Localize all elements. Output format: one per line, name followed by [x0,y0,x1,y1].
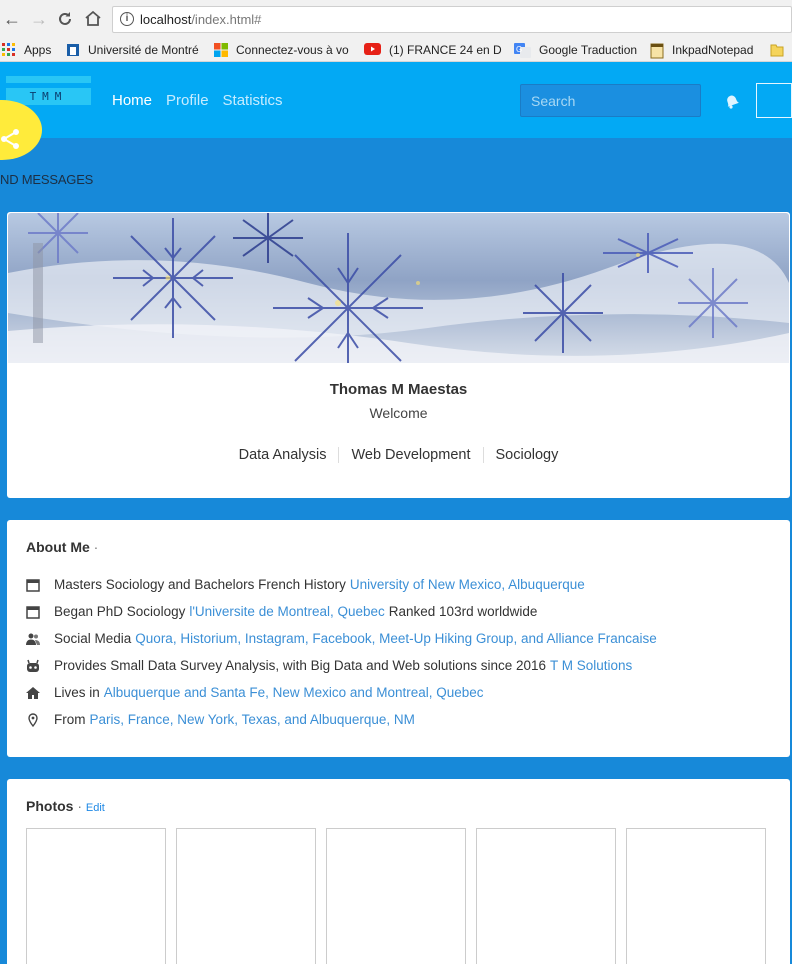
bookmark-label: Université de Montré [88,43,199,57]
about-title-text: About Me [26,539,90,555]
photo-thumbnail[interactable] [176,828,316,964]
tag-sociology[interactable]: Sociology [482,447,571,463]
about-item-phd: Began PhD Sociology l'Universite de Mont… [26,598,786,625]
nav-statistics[interactable]: Statistics [223,92,283,109]
about-item-after: Ranked 103rd worldwide [388,604,538,619]
profile-name: Thomas M Maestas [329,381,468,398]
about-item-text: From [54,712,86,727]
home-icon [26,686,40,700]
reload-icon[interactable] [57,9,73,31]
about-title-separator: · [93,539,99,555]
tag-data-analysis[interactable]: Data Analysis [227,447,339,463]
about-list: Masters Sociology and Bachelors French H… [26,571,786,733]
photo-thumbnail[interactable] [326,828,466,964]
about-card: About Me · Masters Sociology and Bachelo… [7,520,790,757]
location-pin-icon [26,712,40,727]
apps-grid-icon [2,43,16,57]
svg-text:G: G [516,45,522,54]
address-bar[interactable]: i localhost/index.html# [112,6,792,33]
bookmark-france24[interactable]: (1) FRANCE 24 en Dir [364,41,502,59]
browser-toolbar: ← → i localhost/index.html# [0,0,792,38]
bookmark-apps[interactable]: Apps [2,41,60,59]
calendar-icon [26,605,40,619]
bookmark-folder[interactable] [770,41,786,59]
address-text: localhost/index.html# [140,12,261,27]
bookmark-label: Apps [24,43,52,57]
back-arrow-icon[interactable]: ← [3,9,21,29]
url-path: /index.html# [191,12,262,27]
logo-bar [6,76,91,83]
about-item-link[interactable]: University of New Mexico, Albuquerque [350,577,585,592]
about-item-text: Began PhD Sociology [54,604,186,619]
youtube-icon [364,43,381,57]
bookmark-label: Connectez-vous à vo [236,43,349,57]
profile-welcome: Welcome [369,405,428,421]
about-item-link[interactable]: Quora, Historium, Instagram, Facebook, M… [135,631,656,646]
photos-card: Photos · Edit [7,779,790,964]
bookmark-label: (1) FRANCE 24 en Dir [389,43,502,57]
about-item-link[interactable]: Paris, France, New York, Texas, and Albu… [90,712,415,727]
university-icon [66,43,80,57]
robot-icon [26,659,40,673]
cover-image [8,213,789,363]
bookmark-label: InkpadNotepad [672,43,754,57]
microsoft-icon [214,43,228,57]
photo-thumbnail[interactable] [26,828,166,964]
site-info-icon[interactable]: i [120,12,134,26]
bell-icon[interactable] [722,91,742,111]
people-icon [26,632,40,646]
about-item-social: Social Media Quora, Historium, Instagram… [26,625,786,652]
notepad-icon [650,43,664,59]
calendar-icon [26,578,40,592]
profile-card: Thomas M Maestas Welcome Data Analysis W… [7,212,790,498]
about-item-education: Masters Sociology and Bachelors French H… [26,571,786,598]
site-logo[interactable]: TMM [6,76,91,106]
folder-icon [770,43,784,57]
about-item-text: Provides Small Data Survey Analysis, wit… [54,658,546,673]
photos-edit-link[interactable]: Edit [86,802,105,814]
bookmark-connectez[interactable]: Connectez-vous à vo [214,41,352,59]
about-title: About Me · [26,539,98,555]
about-item-business: Provides Small Data Survey Analysis, wit… [26,652,786,679]
about-item-from: From Paris, France, New York, Texas, and… [26,706,786,733]
nav-home[interactable]: Home [112,92,152,109]
share-icon [0,128,26,150]
photos-title: Photos · Edit [26,798,105,814]
about-item-link[interactable]: l'Universite de Montreal, Quebec [189,604,384,619]
url-host: localhost [140,12,192,27]
app-navbar: TMM Home Profile Statistics [0,62,792,138]
photo-thumbnail[interactable] [476,828,616,964]
about-item-link[interactable]: Albuquerque and Santa Fe, New Mexico and… [104,685,484,700]
tag-web-development[interactable]: Web Development [338,447,482,463]
google-translate-icon: G [514,43,531,58]
main-nav: Home Profile Statistics [112,92,283,109]
nav-profile[interactable]: Profile [166,92,209,109]
bookmark-universite[interactable]: Université de Montré [66,41,202,59]
user-menu-button[interactable] [756,83,792,118]
about-item-lives: Lives in Albuquerque and Santa Fe, New M… [26,679,786,706]
home-button-icon[interactable] [84,9,102,31]
bookmark-label: Google Traduction [539,43,638,57]
search-input[interactable] [520,84,701,117]
bookmarks-bar: Apps Université de Montré Connectez-vous… [0,38,792,62]
photos-title-separator: · [77,798,83,814]
profile-tags: Data Analysis Web Development Sociology [7,447,790,463]
about-item-link[interactable]: T M Solutions [550,658,632,673]
about-item-text: Masters Sociology and Bachelors French H… [54,577,346,592]
about-item-text: Social Media [54,631,132,646]
messages-label[interactable]: ND MESSAGES [0,172,93,187]
forward-arrow-icon[interactable]: → [30,9,48,29]
about-item-text: Lives in [54,685,100,700]
bookmark-google-traduction[interactable]: G Google Traduction [514,41,642,59]
photo-thumbnail[interactable] [626,828,766,964]
photos-title-text: Photos [26,798,74,814]
bookmark-inkpad[interactable]: InkpadNotepad [650,41,762,59]
